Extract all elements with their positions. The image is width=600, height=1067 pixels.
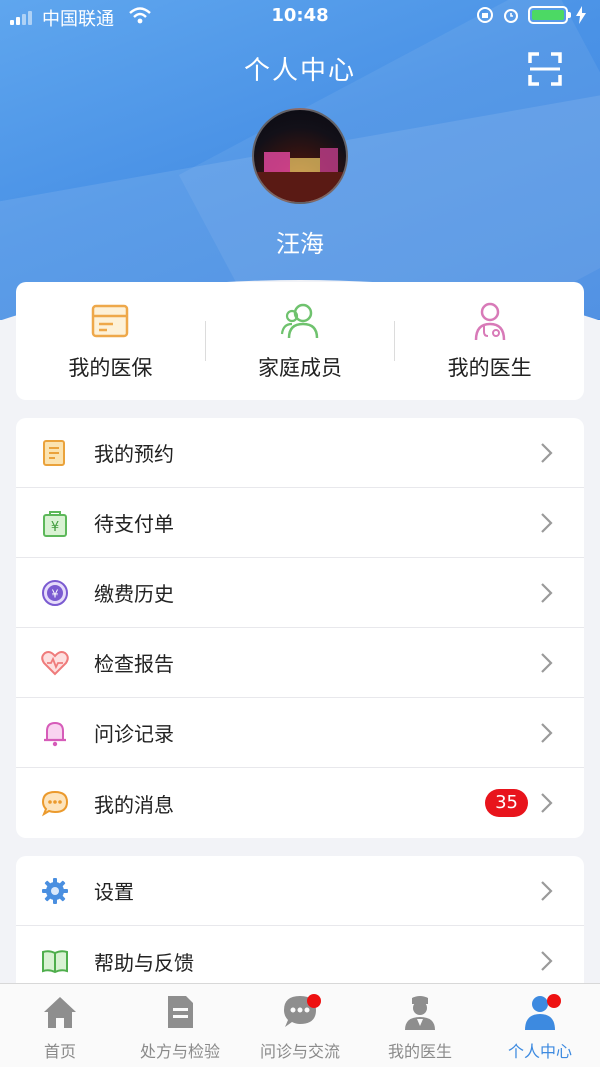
menu-item-label: 缴费历史 [94,582,174,606]
chevron-right-icon [541,442,553,463]
menu-item-label: 设置 [94,880,134,904]
quick-action-label: 家庭成员 [258,356,342,380]
menu-primary: 我的预约 ¥ 待支付单 ¥ 缴费历史 检查报告 问诊记录 我的消息 35 [16,418,584,838]
quick-action-label: 我的医保 [68,356,153,380]
quick-actions-card: 我的医保 家庭成员 我的医生 [16,282,584,400]
chevron-right-icon [541,582,553,603]
payment-bag-icon: ¥ [43,510,67,537]
chevron-right-icon [541,722,553,743]
tab-home[interactable]: 首页 [0,984,120,1067]
gear-icon [42,877,68,904]
quick-action-doctor[interactable]: 我的医生 [395,282,584,400]
battery-icon [528,6,571,24]
yuan-coin-icon: ¥ [42,579,68,606]
svg-text:¥: ¥ [52,587,59,600]
scan-icon[interactable] [528,52,562,86]
menu-item-label: 我的消息 [94,792,174,817]
quick-action-insurance[interactable]: 我的医保 [16,282,205,400]
menu-secondary: 设置 帮助与反馈 [16,856,584,996]
menu-item-consult-records[interactable]: 问诊记录 [16,698,584,768]
tab-label: 问诊与交流 [259,1042,340,1061]
card-icon [92,304,129,338]
menu-item-pending-payment[interactable]: ¥ 待支付单 [16,488,584,558]
svg-text:¥: ¥ [51,520,59,535]
tab-prescriptions[interactable]: 处方与检验 [120,984,240,1067]
menu-item-settings[interactable]: 设置 [16,856,584,926]
page-title: 个人中心 [243,56,356,86]
chevron-right-icon [541,512,553,533]
tab-consultation[interactable]: 问诊与交流 [240,984,360,1067]
notification-dot [547,994,561,1008]
menu-item-messages[interactable]: 我的消息 35 [16,768,584,838]
tab-label: 首页 [43,1042,76,1061]
menu-item-reports[interactable]: 检查报告 [16,628,584,698]
menu-item-label: 我的预约 [94,442,174,466]
tab-bar: 首页 处方与检验 问诊与交流 我的医生 个人中心 [0,983,600,1067]
menu-item-payment-history[interactable]: ¥ 缴费历史 [16,558,584,628]
tab-my-doctor[interactable]: 我的医生 [360,984,480,1067]
prescription-icon [168,996,193,1028]
tab-label: 我的医生 [387,1042,452,1061]
chevron-right-icon [541,951,553,971]
book-icon [42,950,68,974]
charging-icon [576,6,586,24]
chevron-right-icon [541,793,553,813]
quick-action-family[interactable]: 家庭成员 [206,282,395,400]
unread-badge: 35 [485,789,528,817]
tab-label: 处方与检验 [139,1042,220,1061]
doctor-icon [405,996,435,1030]
heart-report-icon [41,650,69,675]
family-icon [280,303,319,339]
message-icon [41,790,69,817]
menu-item-label: 问诊记录 [94,722,174,746]
doctor-icon [474,302,505,341]
bell-icon [44,721,66,746]
avatar[interactable] [252,108,348,204]
home-icon [44,997,76,1028]
tab-label: 个人中心 [507,1042,572,1061]
tab-profile[interactable]: 个人中心 [480,984,600,1067]
user-name: 汪海 [276,230,324,258]
appointment-icon [43,439,65,466]
chevron-right-icon [541,880,553,901]
alarm-icon [504,9,518,23]
menu-item-label: 检查报告 [94,652,174,676]
rotation-lock-icon [477,7,493,23]
menu-item-appointments[interactable]: 我的预约 [16,418,584,488]
menu-item-label: 待支付单 [94,512,174,536]
notification-dot [307,994,321,1008]
status-bar: 中国联通 10:48 [0,0,600,34]
menu-item-label: 帮助与反馈 [94,950,194,975]
chevron-right-icon [541,652,553,673]
quick-action-label: 我的医生 [447,356,532,380]
